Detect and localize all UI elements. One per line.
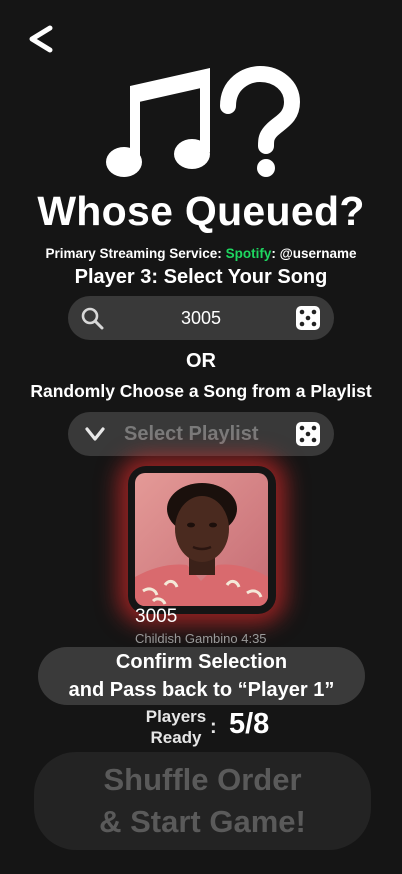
players-ready-separator: :: [210, 716, 217, 738]
shuffle-button-line1: Shuffle Order: [103, 762, 302, 797]
song-search-field[interactable]: 3005: [68, 296, 334, 340]
players-ready-label-line1: Players: [145, 707, 207, 726]
players-ready-label: Players Ready: [138, 706, 214, 748]
random-playlist-label: Randomly Choose a Song from a Playlist: [30, 381, 372, 401]
selected-song-duration: 4:35: [241, 631, 267, 646]
music-question-logo: [106, 65, 300, 177]
streaming-username: : @username: [271, 246, 357, 261]
playlist-placeholder[interactable]: Select Playlist: [124, 423, 259, 446]
confirm-button-line2: and Pass back to “Player 1”: [68, 679, 335, 701]
players-ready-label-line2: Ready: [150, 728, 202, 747]
selected-song-title: 3005: [135, 606, 178, 627]
selected-song-meta: Childish Gambino 4:35: [135, 631, 267, 646]
confirm-button-line1: Confirm Selection: [115, 651, 288, 673]
dice-icon[interactable]: [294, 420, 322, 448]
back-arrow-icon[interactable]: [24, 22, 58, 56]
streaming-service-label: Primary Streaming Service:: [45, 246, 222, 261]
playlist-select[interactable]: Select Playlist: [68, 412, 334, 456]
chevron-down-icon[interactable]: [84, 426, 106, 442]
confirm-selection-button[interactable]: Confirm Selection and Pass back to “Play…: [38, 647, 365, 705]
app-title: Whose Queued?: [37, 188, 365, 234]
player-heading: Player 3: Select Your Song: [74, 266, 328, 288]
dice-icon[interactable]: [294, 304, 322, 332]
album-art: [135, 473, 268, 606]
shuffle-button-line2: & Start Game!: [99, 804, 306, 839]
streaming-service-name: Spotify: [225, 246, 272, 261]
shuffle-start-button[interactable]: Shuffle Order & Start Game!: [34, 752, 371, 850]
players-ready-count: 5/8: [229, 708, 270, 740]
selected-song-artist: Childish Gambino: [135, 631, 238, 646]
or-separator: OR: [186, 350, 216, 372]
streaming-service-info: Primary Streaming Service: Spotify: @use…: [0, 246, 402, 261]
